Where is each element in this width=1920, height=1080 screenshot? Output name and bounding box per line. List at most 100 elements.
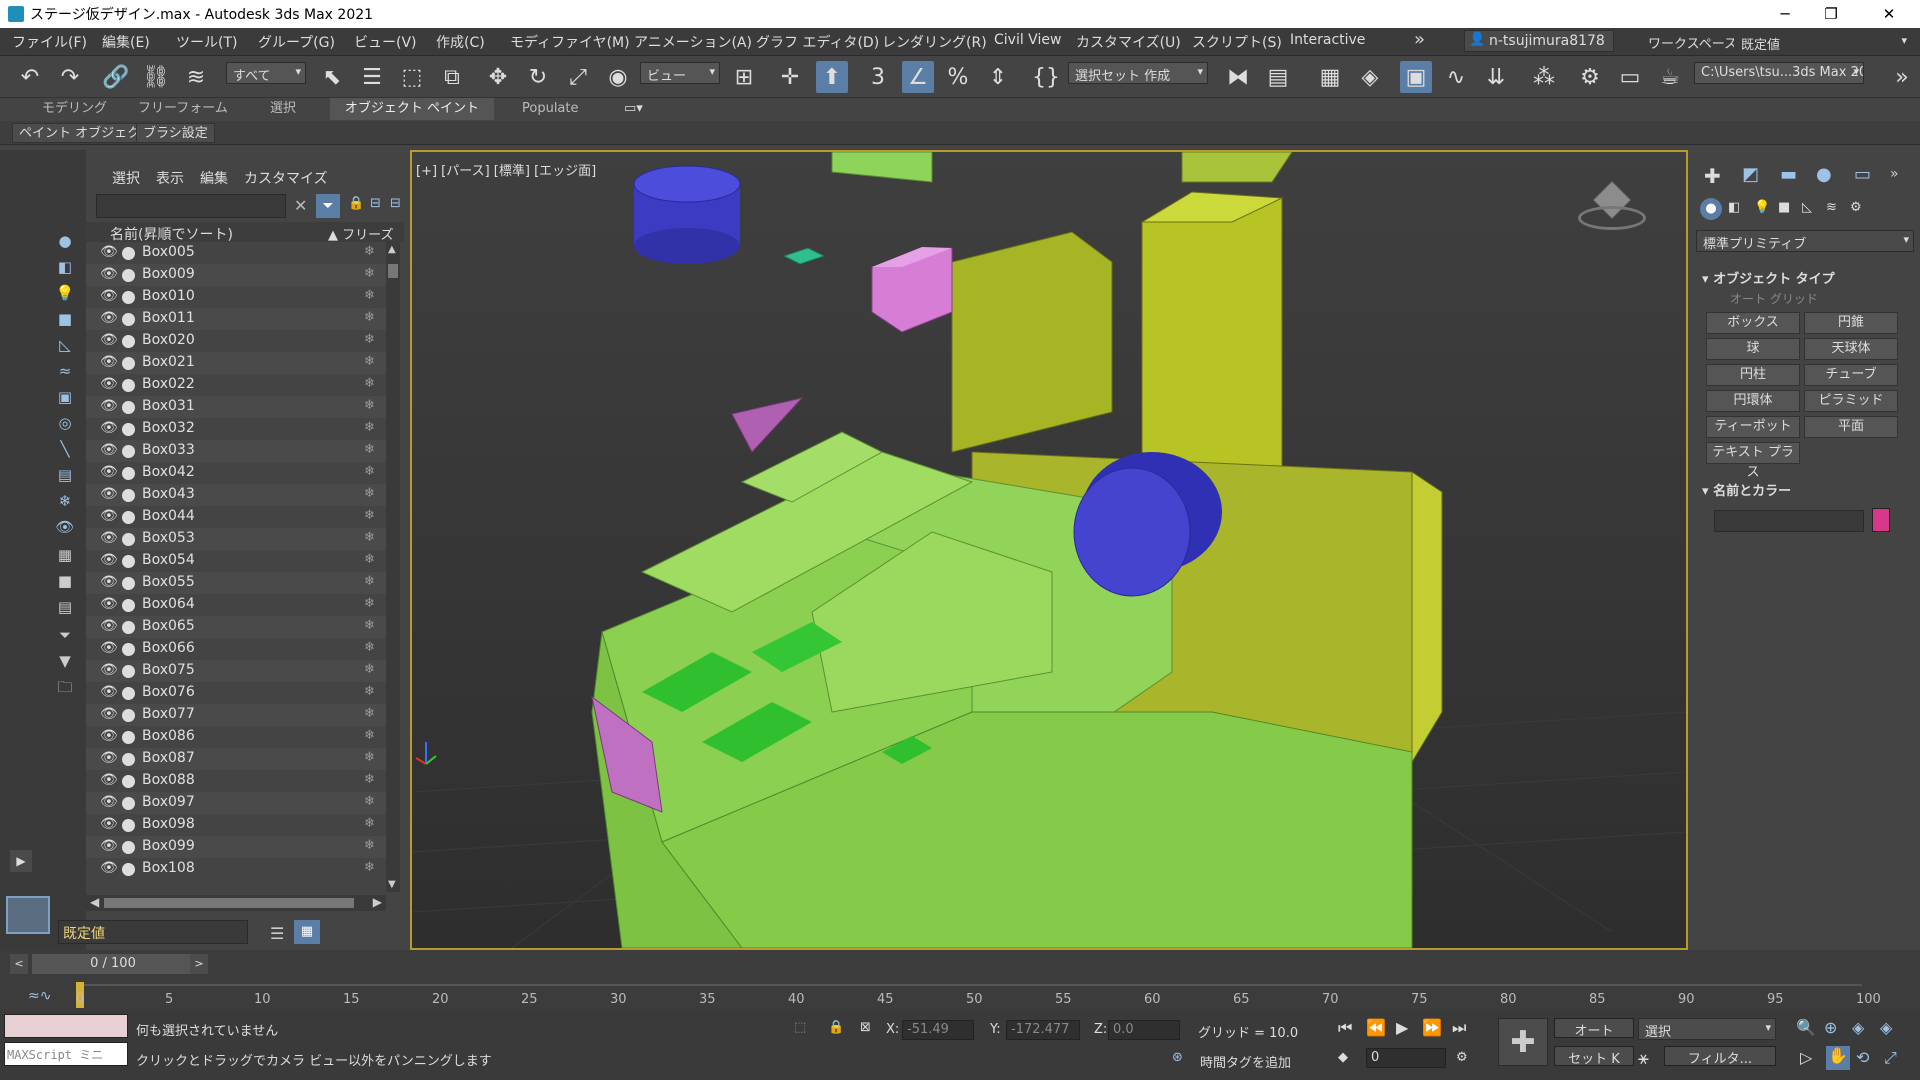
pivot-center-icon[interactable]: ⊞ xyxy=(728,61,760,93)
bind-space-warp-icon[interactable]: ≋ xyxy=(180,61,212,93)
list-item[interactable]: 👁 Box044 ❄ xyxy=(86,506,386,528)
visibility-eye-icon[interactable]: 👁 xyxy=(100,398,118,414)
object-color-swatch[interactable] xyxy=(1872,508,1890,532)
visibility-eye-icon[interactable]: 👁 xyxy=(100,772,118,788)
freeze-icon[interactable]: ❄ xyxy=(364,816,375,831)
renderable-icon[interactable] xyxy=(122,489,135,502)
set-key-icon[interactable]: ✚ xyxy=(1498,1018,1548,1066)
align-icon[interactable]: ▤ xyxy=(1262,61,1294,93)
unlink-icon[interactable]: ⛓ xyxy=(140,61,172,93)
layer-mode-icon[interactable]: ▦ xyxy=(294,920,320,944)
place-icon[interactable]: ◉ xyxy=(602,61,634,93)
freeze-icon[interactable]: ❄ xyxy=(364,442,375,457)
renderable-icon[interactable] xyxy=(122,753,135,766)
visibility-eye-icon[interactable]: 👁 xyxy=(100,816,118,832)
rollout-object-type[interactable]: ▾ オブジェクト タイプ xyxy=(1702,268,1835,287)
list-item[interactable]: 👁 Box033 ❄ xyxy=(86,440,386,462)
visibility-eye-icon[interactable]: 👁 xyxy=(100,640,118,656)
cylinder-button[interactable]: 円柱 xyxy=(1706,364,1800,386)
goto-start-icon[interactable]: ⏮ xyxy=(1338,1018,1352,1038)
renderable-icon[interactable] xyxy=(122,709,135,722)
motion-tab-icon[interactable]: ● xyxy=(1816,164,1832,185)
select-by-name-icon[interactable]: ☰ xyxy=(356,61,388,93)
zoom-icon[interactable]: 🔍 xyxy=(1796,1018,1816,1037)
y-coordinate-field[interactable]: -172.477 xyxy=(1006,1020,1080,1040)
geometry-icon[interactable]: ● xyxy=(1700,198,1722,220)
renderable-icon[interactable] xyxy=(122,819,135,832)
renderable-icon[interactable] xyxy=(122,269,135,282)
absolute-mode-icon[interactable]: ⊠ xyxy=(860,1020,871,1035)
renderable-icon[interactable] xyxy=(122,379,135,392)
filter-toggle-icon[interactable]: ⏷ xyxy=(316,194,340,218)
menu-scripting[interactable]: スクリプト(S) xyxy=(1192,32,1282,52)
renderable-icon[interactable] xyxy=(122,555,135,568)
freeze-icon[interactable]: ❄ xyxy=(364,310,375,325)
freeze-icon[interactable]: ❄ xyxy=(364,728,375,743)
key-filters-button[interactable]: フィルタ... xyxy=(1664,1046,1776,1067)
renderable-icon[interactable] xyxy=(122,621,135,634)
maximize-button[interactable]: ❐ xyxy=(1808,0,1854,28)
visibility-eye-icon[interactable]: 👁 xyxy=(100,860,118,876)
freeze-icon[interactable]: ❄ xyxy=(364,398,375,413)
list-item[interactable]: 👁 Box010 ❄ xyxy=(86,286,386,308)
list-item[interactable]: 👁 Box075 ❄ xyxy=(86,660,386,682)
maximize-viewport-icon[interactable]: ⤢ xyxy=(1884,1048,1897,1068)
explorer-menu-customize[interactable]: カスタマイズ xyxy=(244,168,328,188)
visibility-eye-icon[interactable]: 👁 xyxy=(100,244,118,260)
list-item[interactable]: 👁 Box098 ❄ xyxy=(86,814,386,836)
list-item[interactable]: 👁 Box022 ❄ xyxy=(86,374,386,396)
scene-explorer-toggle-icon[interactable]: ▦ xyxy=(1314,61,1346,93)
create-tab-icon[interactable]: ✚ xyxy=(1704,164,1721,188)
brush-settings-button[interactable]: ブラシ設定 xyxy=(136,123,215,143)
systems-icon[interactable]: ⚙ xyxy=(1850,200,1862,215)
list-item[interactable]: 👁 Box077 ❄ xyxy=(86,704,386,726)
column-freeze[interactable]: ▲ フリーズ xyxy=(328,224,393,243)
freeze-icon[interactable]: ❄ xyxy=(364,860,375,875)
helper-filter-icon[interactable]: ◺ xyxy=(54,334,76,356)
isolate-icon[interactable]: ⬚ xyxy=(794,1020,806,1035)
minimize-button[interactable]: ─ xyxy=(1762,0,1808,28)
invert-display-icon[interactable]: ▤ xyxy=(54,596,76,618)
explorer-search-input[interactable] xyxy=(96,194,286,218)
explorer-menu-select[interactable]: 選択 xyxy=(112,168,140,188)
mini-curve-editor-icon[interactable]: ≈∿ xyxy=(28,988,51,1004)
filter-icon[interactable]: ▼ xyxy=(54,650,76,672)
hierarchy-tab-icon[interactable]: ▬ xyxy=(1780,164,1797,185)
time-config-icon[interactable]: ⚙ xyxy=(1456,1050,1468,1065)
freeze-icon[interactable]: ❄ xyxy=(364,354,375,369)
tab-freeform[interactable]: フリーフォーム xyxy=(138,98,228,120)
renderable-icon[interactable] xyxy=(122,731,135,744)
material-editor-icon[interactable]: ⁂ xyxy=(1528,61,1560,93)
menu-modifiers[interactable]: モディファイヤ(M) xyxy=(510,32,630,52)
keyboard-shortcut-override-icon[interactable]: ⬆ xyxy=(816,61,848,93)
menu-graph-editors[interactable]: グラフ エディタ(D) xyxy=(756,32,879,52)
freeze-icon[interactable]: ❄ xyxy=(364,596,375,611)
freeze-icon[interactable]: ❄ xyxy=(364,376,375,391)
select-object-icon[interactable]: ⬉ xyxy=(316,61,348,93)
freeze-icon[interactable]: ❄ xyxy=(364,244,375,259)
filter-lock-icon[interactable]: ⏷ xyxy=(54,624,76,646)
renderable-icon[interactable] xyxy=(122,467,135,480)
freeze-icon[interactable]: ❄ xyxy=(364,706,375,721)
freeze-icon[interactable]: ❄ xyxy=(364,640,375,655)
visibility-eye-icon[interactable]: 👁 xyxy=(100,486,118,502)
renderable-icon[interactable] xyxy=(122,643,135,656)
spacewarp-filter-icon[interactable]: ≈ xyxy=(54,360,76,382)
visibility-eye-icon[interactable]: 👁 xyxy=(100,310,118,326)
explorer-menu-edit[interactable]: 編集 xyxy=(200,168,228,188)
selection-set-dropdown[interactable]: 選択 xyxy=(1638,1018,1776,1040)
tab-populate[interactable]: Populate xyxy=(522,98,579,120)
visibility-eye-icon[interactable]: 👁 xyxy=(100,530,118,546)
selection-filter-dropdown[interactable]: すべて xyxy=(226,62,306,84)
renderable-icon[interactable] xyxy=(122,797,135,810)
select-manipulate-icon[interactable]: ✛ xyxy=(774,61,806,93)
explorer-menu-display[interactable]: 表示 xyxy=(156,168,184,188)
list-item[interactable]: 👁 Box020 ❄ xyxy=(86,330,386,352)
tab-selection[interactable]: 選択 xyxy=(270,98,296,120)
list-item[interactable]: 👁 Box032 ❄ xyxy=(86,418,386,440)
renderable-icon[interactable] xyxy=(122,533,135,546)
display-tab-icon[interactable]: ▭ xyxy=(1854,164,1871,185)
rotate-icon[interactable]: ↻ xyxy=(522,61,554,93)
shapes-icon[interactable]: ◧ xyxy=(1728,200,1740,215)
viewport-label[interactable]: [+] [パース] [標準] [エッジ面] xyxy=(416,160,596,179)
